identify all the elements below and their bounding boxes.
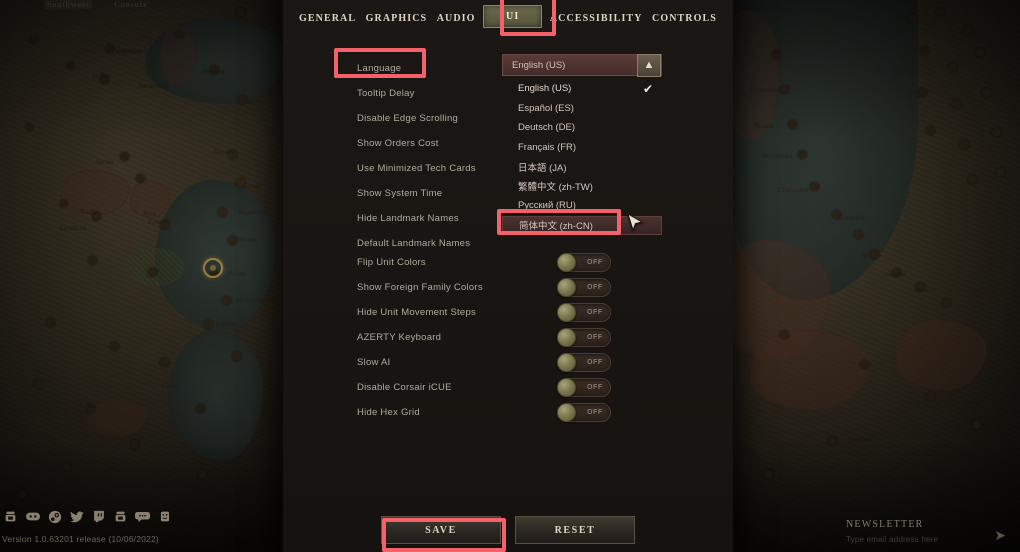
map-hud-region: Southwest bbox=[44, 0, 93, 9]
setting-row-flip-unit-colors: Flip Unit Colors OFF bbox=[283, 250, 733, 275]
setting-label-tooltip-delay: Tooltip Delay bbox=[357, 88, 415, 99]
settings-panel: General Graphics Audio UI Accessibility … bbox=[283, 0, 733, 552]
twitter-icon[interactable] bbox=[69, 509, 84, 524]
toggle-hide-hex-grid[interactable]: OFF bbox=[557, 403, 611, 422]
toggle-knob bbox=[557, 353, 576, 372]
setting-label-show-foreign-family-colors: Show Foreign Family Colors bbox=[357, 282, 483, 293]
language-option-deutsch-de[interactable]: Deutsch (DE) bbox=[502, 118, 662, 138]
toggle-state-label: OFF bbox=[587, 384, 603, 391]
settings-button-bar: Save Reset bbox=[283, 516, 733, 546]
setting-label-show-orders-cost: Show Orders Cost bbox=[357, 138, 439, 149]
setting-row-slow-ai: Slow AI OFF bbox=[283, 350, 733, 375]
language-option-label: English (US) bbox=[518, 83, 572, 95]
toggle-azerty-keyboard[interactable]: OFF bbox=[557, 328, 611, 347]
toggle-disable-corsair-icue[interactable]: OFF bbox=[557, 378, 611, 397]
toggle-hide-unit-movement-steps[interactable]: OFF bbox=[557, 303, 611, 322]
language-option-espanol-es[interactable]: Español (ES) bbox=[502, 99, 662, 119]
language-dropdown-value: English (US) bbox=[512, 59, 566, 71]
setting-row-azerty-keyboard: AZERTY Keyboard OFF bbox=[283, 325, 733, 350]
save-button[interactable]: Save bbox=[381, 516, 501, 544]
toggle-knob bbox=[557, 403, 576, 422]
language-option-label: Русский (RU) bbox=[518, 200, 576, 212]
tab-general[interactable]: General bbox=[297, 9, 358, 28]
language-dropdown-field[interactable]: English (US) ▲ bbox=[502, 54, 662, 77]
setting-label-language: Language bbox=[357, 63, 402, 74]
tab-accessibility[interactable]: Accessibility bbox=[548, 9, 645, 28]
setting-label-hide-hex-grid: Hide Hex Grid bbox=[357, 407, 420, 418]
toggle-knob bbox=[557, 328, 576, 347]
tab-controls[interactable]: Controls bbox=[650, 9, 719, 28]
version-text: Version 1.0.63201 release (10/06/2022) bbox=[2, 534, 159, 544]
check-icon: ✔ bbox=[642, 81, 653, 96]
map-left-parchment: Pergamum Lydia Adramitum Phrygia Asia Sm… bbox=[0, 0, 300, 552]
gog-icon[interactable] bbox=[3, 509, 18, 524]
forum-icon[interactable] bbox=[135, 509, 150, 524]
chevron-up-icon[interactable]: ▲ bbox=[637, 54, 661, 77]
toggle-state-label: OFF bbox=[587, 409, 603, 416]
toggle-show-foreign-family-colors[interactable]: OFF bbox=[557, 278, 611, 297]
setting-label-use-minimized-tech-cards: Use Minimized Tech Cards bbox=[357, 163, 476, 174]
toggle-knob bbox=[557, 378, 576, 397]
twitch-icon[interactable] bbox=[91, 509, 106, 524]
toggle-knob bbox=[557, 278, 576, 297]
newsletter-email-input[interactable]: Type email address here bbox=[846, 535, 1006, 544]
language-option-english-us[interactable]: English (US) ✔ bbox=[502, 79, 662, 99]
map-hud: Southwest Consuls bbox=[44, 0, 147, 9]
setting-row-show-foreign-family-colors: Show Foreign Family Colors OFF bbox=[283, 275, 733, 300]
toggle-state-label: OFF bbox=[587, 359, 603, 366]
toggle-state-label: OFF bbox=[587, 284, 603, 291]
social-links bbox=[3, 509, 172, 524]
language-option-francais-fr[interactable]: Français (FR) bbox=[502, 138, 662, 158]
newsletter-title: Newsletter bbox=[846, 519, 924, 530]
setting-row-disable-corsair-icue: Disable Corsair iCUE OFF bbox=[283, 375, 733, 400]
setting-label-disable-edge-scrolling: Disable Edge Scrolling bbox=[357, 113, 459, 124]
toggle-state-label: OFF bbox=[587, 259, 603, 266]
newsletter-block: Newsletter Type email address here ➤ bbox=[846, 519, 1006, 544]
language-option-label: 繁體中文 (zh-TW) bbox=[518, 182, 593, 194]
gog-alt-icon[interactable] bbox=[113, 509, 128, 524]
tab-ui[interactable]: UI bbox=[483, 4, 543, 28]
settings-list: Language Tooltip Delay Disable Edge Scro… bbox=[283, 44, 733, 496]
setting-label-hide-unit-movement-steps: Hide Unit Movement Steps bbox=[357, 307, 476, 318]
language-option-japanese-ja[interactable]: 日本語 (JA) bbox=[502, 157, 662, 177]
setting-row-hide-hex-grid: Hide Hex Grid OFF bbox=[283, 400, 733, 425]
tab-audio[interactable]: Audio bbox=[435, 9, 478, 28]
language-option-chinese-tw[interactable]: 繁體中文 (zh-TW) bbox=[502, 177, 662, 197]
language-option-label: 日本語 (JA) bbox=[518, 162, 567, 174]
toggle-knob bbox=[557, 303, 576, 322]
setting-label-hide-landmark-names: Hide Landmark Names bbox=[357, 213, 459, 224]
reddit-icon[interactable] bbox=[157, 509, 172, 524]
setting-label-default-landmark-names: Default Landmark Names bbox=[357, 238, 471, 249]
toggle-state-label: OFF bbox=[587, 334, 603, 341]
language-option-label: Deutsch (DE) bbox=[518, 122, 576, 134]
settings-tabs: General Graphics Audio UI Accessibility … bbox=[283, 0, 733, 36]
setting-label-disable-corsair-icue: Disable Corsair iCUE bbox=[357, 382, 452, 393]
language-option-label: Français (FR) bbox=[518, 141, 577, 153]
map-hud-consuls: Consuls bbox=[114, 0, 148, 9]
tab-graphics[interactable]: Graphics bbox=[364, 9, 430, 28]
setting-label-slow-ai: Slow AI bbox=[357, 357, 391, 368]
map-right-parchment: Byzantium Nicaea Nicomedia Chalcedon Her… bbox=[720, 0, 1020, 552]
send-icon[interactable]: ➤ bbox=[994, 527, 1006, 544]
game-settings-screen: Pergamum Lydia Adramitum Phrygia Asia Sm… bbox=[0, 0, 1020, 552]
setting-label-azerty-keyboard: AZERTY Keyboard bbox=[357, 332, 442, 343]
language-option-label: Español (ES) bbox=[518, 102, 574, 114]
toggle-state-label: OFF bbox=[587, 309, 603, 316]
toggle-flip-unit-colors[interactable]: OFF bbox=[557, 253, 611, 272]
discord-icon[interactable] bbox=[25, 509, 40, 524]
setting-label-flip-unit-colors: Flip Unit Colors bbox=[357, 257, 426, 268]
reset-button[interactable]: Reset bbox=[515, 516, 635, 544]
toggle-slow-ai[interactable]: OFF bbox=[557, 353, 611, 372]
steam-icon[interactable] bbox=[47, 509, 62, 524]
toggle-knob bbox=[557, 253, 576, 272]
setting-row-hide-unit-movement-steps: Hide Unit Movement Steps OFF bbox=[283, 300, 733, 325]
setting-label-show-system-time: Show System Time bbox=[357, 188, 443, 199]
map-selection-ring bbox=[203, 258, 223, 278]
language-option-label: 简体中文 (zh-CN) bbox=[519, 221, 593, 233]
